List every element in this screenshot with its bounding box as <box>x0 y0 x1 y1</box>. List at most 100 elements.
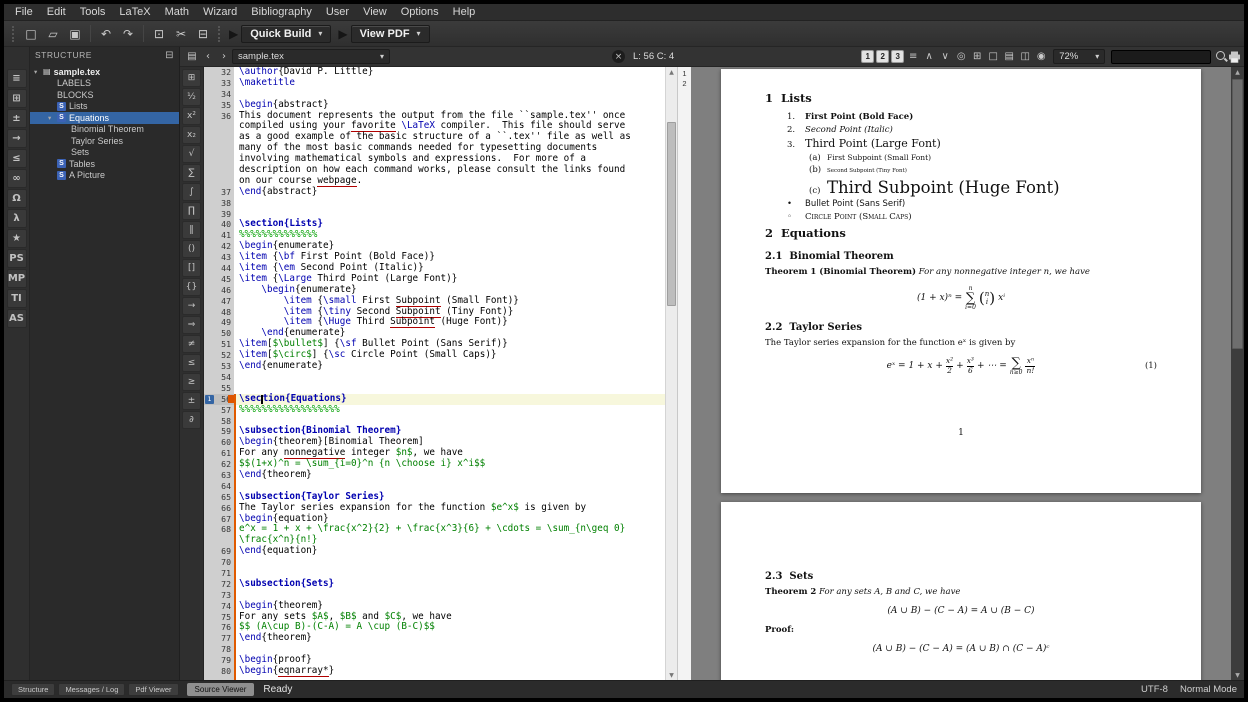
pdf-scrollbar-thumb[interactable] <box>1232 79 1243 349</box>
pdf-page-list-item[interactable]: 2 <box>682 79 686 88</box>
menu-item-latex[interactable]: LaTeX <box>112 5 157 19</box>
menu-item-help[interactable]: Help <box>446 5 483 19</box>
two-pages-view-icon[interactable]: ◫ <box>1017 49 1033 65</box>
structure-item-equations[interactable]: ▾SEquations <box>30 112 179 124</box>
partial-icon[interactable]: ∂ <box>182 411 201 429</box>
collapse-all-icon[interactable]: ⊟ <box>165 50 174 61</box>
next-document-icon[interactable]: › <box>216 49 232 65</box>
quick-build-dropdown[interactable]: Quick Build ▾ <box>241 25 331 43</box>
matrix-icon[interactable]: ⊞ <box>182 69 201 87</box>
run-view-pdf-icon[interactable]: ▶ <box>338 27 347 41</box>
menu-item-edit[interactable]: Edit <box>40 5 73 19</box>
parentheses-icon[interactable]: () <box>182 240 201 258</box>
scroll-down-icon[interactable]: ▼ <box>1231 670 1244 680</box>
source-editor[interactable]: 32\author{David P. Little}33\maketitle34… <box>204 67 677 680</box>
expand-arrow-icon[interactable]: ▾ <box>48 114 57 122</box>
sqrt-icon[interactable]: √ <box>182 145 201 163</box>
copy-icon[interactable]: ⊡ <box>149 24 169 44</box>
code-line[interactable]: 69\end{equation} <box>204 546 665 557</box>
presentation-view-icon[interactable]: ◉ <box>1033 49 1049 65</box>
tikz-tab-icon[interactable]: TI <box>7 289 27 308</box>
delimiters-icon[interactable]: ∞ <box>7 169 27 188</box>
structure-item-taylor-series[interactable]: Taylor Series <box>30 135 179 147</box>
leq-icon[interactable]: ≤ <box>182 354 201 372</box>
save-icon[interactable]: ▣ <box>65 24 85 44</box>
menu-item-view[interactable]: View <box>356 5 394 19</box>
redo-icon[interactable]: ↷ <box>118 24 138 44</box>
code-line[interactable]: 54 <box>204 372 665 383</box>
fit-width-icon[interactable]: ⊞ <box>969 49 985 65</box>
product-icon[interactable]: ∏ <box>182 202 201 220</box>
scroll-up-icon[interactable]: ▲ <box>1231 67 1244 77</box>
editor-scrollbar[interactable]: ▲ ▼ <box>665 67 677 680</box>
code-line[interactable]: 77\end{theorem} <box>204 633 665 644</box>
zoom-combo[interactable]: 72% ▾ <box>1053 49 1105 64</box>
structure-item-lists[interactable]: SLists <box>30 101 179 113</box>
structure-item-a-picture[interactable]: SA Picture <box>30 170 179 182</box>
code-line[interactable]: 38 <box>204 198 665 209</box>
greek-symbols-icon[interactable]: Ω <box>7 189 27 208</box>
scroll-down-icon[interactable]: ▼ <box>666 670 677 680</box>
geq-icon[interactable]: ≥ <box>182 373 201 391</box>
close-document-icon[interactable]: × <box>612 50 625 63</box>
plus-minus-icon[interactable]: ± <box>182 392 201 410</box>
fraction-icon[interactable]: ½ <box>182 88 201 106</box>
new-file-icon[interactable]: □ <box>21 24 41 44</box>
run-quick-build-icon[interactable]: ▶ <box>229 27 238 41</box>
misc-math-symbols-icon[interactable]: ≤ <box>7 149 27 168</box>
fit-page-icon[interactable]: □ <box>985 49 1001 65</box>
menu-item-file[interactable]: File <box>8 5 40 19</box>
bookmark-3-button[interactable]: 3 <box>891 50 904 63</box>
open-file-icon[interactable]: ▱ <box>43 24 63 44</box>
braces-icon[interactable]: {} <box>182 278 201 296</box>
structure-item-sets[interactable]: Sets <box>30 147 179 159</box>
previous-document-icon[interactable]: ‹ <box>200 49 216 65</box>
brackets-icon[interactable]: [] <box>182 259 201 277</box>
menu-item-options[interactable]: Options <box>394 5 446 19</box>
pdf-sync-icon[interactable]: ◎ <box>953 49 969 65</box>
panel-tab-pdf-viewer[interactable]: Pdf Viewer <box>128 683 178 696</box>
code-line[interactable]: 33\maketitle <box>204 78 665 89</box>
structure-item-binomial-theorem[interactable]: Binomial Theorem <box>30 124 179 136</box>
menu-item-math[interactable]: Math <box>158 5 196 19</box>
previous-section-icon[interactable]: ∧ <box>921 49 937 65</box>
panel-tab-messages-log[interactable]: Messages / Log <box>58 683 125 696</box>
expand-arrow-icon[interactable]: ▾ <box>34 68 43 76</box>
subscript-icon[interactable]: x₂ <box>182 126 201 144</box>
cut-icon[interactable]: ✂ <box>171 24 191 44</box>
bookmark-2-button[interactable]: 2 <box>876 50 889 63</box>
code-line[interactable]: 80\begin{eqnarray*} <box>204 666 665 677</box>
search-icon[interactable] <box>1215 50 1228 63</box>
panel-tab-structure[interactable]: Structure <box>11 683 55 696</box>
code-line[interactable]: 53\end{enumerate} <box>204 361 665 372</box>
pdf-search-input[interactable] <box>1111 50 1211 64</box>
tab-source-viewer[interactable]: Source Viewer <box>187 683 255 696</box>
arrow-right-icon[interactable]: → <box>182 297 201 315</box>
scroll-up-icon[interactable]: ▲ <box>666 67 677 77</box>
structure-item-tables[interactable]: STables <box>30 158 179 170</box>
print-icon[interactable] <box>1228 51 1241 63</box>
structure-item-labels[interactable]: LABELS <box>30 78 179 90</box>
bookmarks-tab-icon[interactable]: ⊞ <box>7 89 27 108</box>
editor-scrollbar-thumb[interactable] <box>667 122 676 306</box>
sum-icon[interactable]: ∑ <box>182 164 201 182</box>
structure-item-sample-tex[interactable]: ▾▤sample.tex <box>30 66 179 78</box>
code-line[interactable]: 37\end{abstract} <box>204 187 665 198</box>
superscript-icon[interactable]: x² <box>182 107 201 125</box>
next-section-icon[interactable]: ∨ <box>937 49 953 65</box>
code-line[interactable]: 57%%%%%%%%%%%%%%%%%% <box>204 405 665 416</box>
structure-tab-icon[interactable]: ≡ <box>7 69 27 88</box>
continuous-view-icon[interactable]: ▤ <box>1001 49 1017 65</box>
pdf-viewer[interactable]: 1 Lists 1.First Point (Bold Face)2.Secon… <box>691 67 1231 680</box>
most-used-symbols-icon[interactable]: ★ <box>7 229 27 248</box>
cyrillic-symbols-icon[interactable]: λ <box>7 209 27 228</box>
menu-item-wizard[interactable]: Wizard <box>196 5 244 19</box>
menu-item-bibliography[interactable]: Bibliography <box>244 5 319 19</box>
code-line[interactable]: 70 <box>204 557 665 568</box>
arrow-symbols-icon[interactable]: → <box>7 129 27 148</box>
paste-icon[interactable]: ⊟ <box>193 24 213 44</box>
menu-item-user[interactable]: User <box>319 5 356 19</box>
menu-item-tools[interactable]: Tools <box>73 5 113 19</box>
asymptote-tab-icon[interactable]: AS <box>7 309 27 328</box>
block-list-icon[interactable]: ≡ <box>905 49 921 65</box>
